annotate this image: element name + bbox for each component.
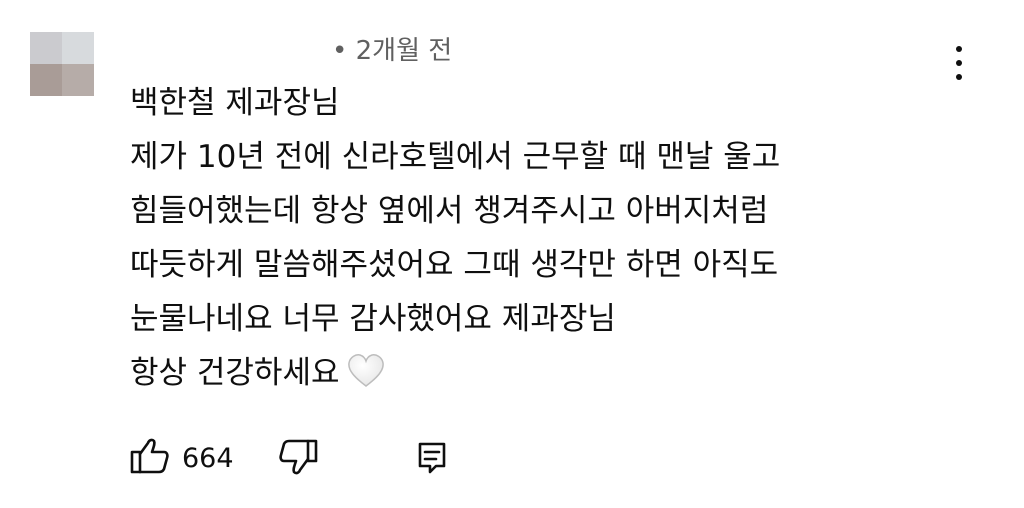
- more-vert-icon-dot: [956, 60, 962, 66]
- comment-actions: 664: [130, 436, 470, 480]
- heart-icon: [346, 352, 386, 406]
- comment-line: 눈물나네요 너무 감사했어요 제과장님: [130, 301, 616, 337]
- more-vert-icon: [956, 46, 962, 52]
- reply-icon: [416, 442, 450, 480]
- comment-line: 따듯하게 말씀해주셨어요 그때 생각만 하면 아직도: [130, 247, 779, 283]
- like-button[interactable]: 664: [130, 436, 234, 480]
- avatar-pixel: [30, 64, 62, 96]
- comment-line: 힘들어했는데 항상 옆에서 챙겨주시고 아버지처럼: [130, 193, 769, 229]
- avatar-pixel: [62, 32, 94, 64]
- comment-last-line: 항상 건강하세요: [130, 346, 970, 400]
- comment-line: 항상 건강하세요: [130, 355, 340, 391]
- thumbs-up-icon: [130, 437, 170, 479]
- reply-button[interactable]: [416, 440, 450, 480]
- avatar[interactable]: [30, 32, 94, 96]
- dislike-button[interactable]: [278, 438, 318, 480]
- comment-timestamp: • 2개월 전: [332, 36, 453, 66]
- thumbs-down-icon: [278, 439, 318, 480]
- like-count: 664: [182, 442, 234, 474]
- avatar-pixel: [30, 32, 62, 64]
- avatar-pixel: [62, 64, 94, 96]
- comment-text: 백한철 제과장님 제가 10년 전에 신라호텔에서 근무할 때 맨날 울고 힘들…: [130, 76, 970, 400]
- comment-line: 백한철 제과장님: [130, 85, 340, 121]
- comment-line: 제가 10년 전에 신라호텔에서 근무할 때 맨날 울고: [130, 139, 781, 175]
